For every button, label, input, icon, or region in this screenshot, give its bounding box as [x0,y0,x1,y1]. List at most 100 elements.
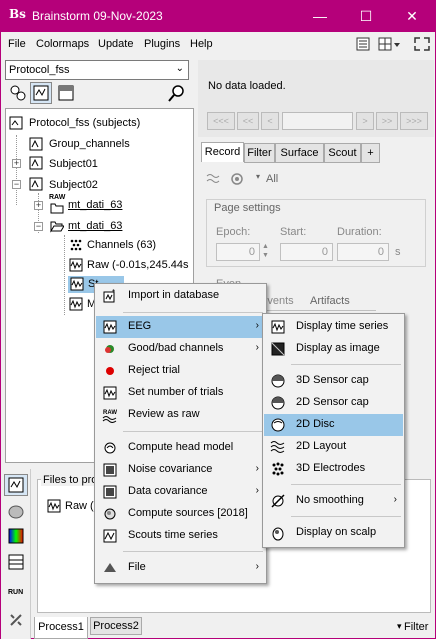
menu-item-data-covariance[interactable]: Data covariance › [96,481,265,503]
time-series-icon [271,320,285,334]
menu-item-display-as-image[interactable]: Display as image [264,338,403,360]
raw-folder-expander[interactable]: + [34,201,43,210]
menu-item-2d-sensor-cap[interactable]: 2D Sensor cap [264,392,403,414]
functional-view-icon [33,85,49,101]
pipeline-icon[interactable] [8,612,24,628]
tree-channels[interactable]: Channels (63) [87,239,156,251]
tab-process1[interactable]: Process1 [34,617,88,639]
nav-next-button[interactable]: > [356,112,374,130]
chevron-down-icon: ⌄ [175,63,184,74]
menu-item-3d-sensor-cap[interactable]: 3D Sensor cap [264,370,403,392]
menu-item-import-in-database[interactable]: * Import in database [96,285,265,307]
image-icon [271,342,285,356]
functional-view-button[interactable] [30,82,52,104]
folder-expander[interactable]: − [34,222,43,231]
trials-icon [103,386,117,400]
menu-item-review-as-raw[interactable]: RAW Review as raw [96,404,265,426]
sources-process-icon[interactable] [7,503,25,521]
layout-list-icon[interactable] [356,37,370,51]
tree-subject01[interactable]: Subject01 [49,158,98,170]
menu-item-compute-head-model[interactable]: Compute head model [96,437,265,459]
nav-next-page-button[interactable]: >> [376,112,398,130]
files-raw-item[interactable]: Raw ( [65,500,94,512]
tree-root-label[interactable]: Protocol_fss (subjects) [29,117,140,129]
maximize-layout-icon[interactable] [414,37,430,51]
menu-help[interactable]: Help [190,38,213,50]
protocol-select[interactable]: Protocol_fss ⌄ [5,60,189,80]
tree-folder[interactable]: mt_dati_63 [68,220,122,232]
menu-item-3d-electrodes[interactable]: 3D Electrodes [264,458,403,480]
minimize-button[interactable]: — [297,1,343,32]
run-button[interactable]: RUN [8,589,23,596]
tree-subject02[interactable]: Subject02 [49,179,98,191]
menu-colormaps[interactable]: Colormaps [36,38,89,50]
close-button[interactable]: ✕ [389,1,435,32]
filter-dropdown-arrow-icon[interactable]: ▾ [397,621,402,632]
eeg-submenu: Display time series Display as image 3D … [262,313,405,548]
menu-item-good-bad-channels[interactable]: Good/bad channels › [96,338,265,360]
raw-item-icon [47,499,61,513]
tab-surface[interactable]: Surface [275,143,324,163]
epoch-label: Epoch: [216,226,251,238]
montage-all-label[interactable]: All [266,173,278,185]
tab-process2[interactable]: Process2 [90,617,142,635]
wave-icon[interactable] [206,173,220,185]
artifacts-tab[interactable]: Artifacts [310,295,350,307]
tab-filter[interactable]: Filter [244,143,275,163]
menu-file[interactable]: File [8,38,26,50]
epoch-spinner[interactable]: 0 [216,243,260,261]
tab-add[interactable]: + [361,143,380,163]
menu-item-noise-covariance[interactable]: Noise covariance › [96,459,265,481]
sensor-cap-3d-icon [271,374,285,388]
menu-separator [291,364,401,365]
menu-item-display-on-scalp[interactable]: Display on scalp [264,522,403,544]
menu-item-compute-sources[interactable]: Compute sources [2018] [96,503,265,525]
menu-item-no-smoothing[interactable]: No smoothing › [264,490,403,512]
good-bad-channels-icon [105,345,114,353]
open-folder-icon [50,221,64,233]
menu-item-display-time-series[interactable]: Display time series [264,316,403,338]
tree-group-channels[interactable]: Group_channels [49,138,130,150]
nav-prev-page-button[interactable]: << [237,112,259,130]
process-data-button[interactable] [4,474,28,496]
menu-update[interactable]: Update [98,38,133,50]
nav-last-button[interactable]: >>> [400,112,428,130]
duration-label: Duration: [337,226,382,238]
epoch-spinner-arrows-icon[interactable]: ▲ ▼ [262,242,269,260]
protocol-icon [9,116,23,130]
submenu-arrow-icon: › [255,320,259,331]
title-bar[interactable]: Bs Brainstorm 09-Nov-2023 — ☐ ✕ [1,1,435,32]
study-view-icon[interactable] [57,84,75,102]
maximize-button[interactable]: ☐ [343,1,389,32]
montage-dropdown-arrow-icon[interactable]: ▾ [256,172,260,181]
search-icon[interactable] [167,83,187,103]
duration-field[interactable]: 0 [337,243,389,261]
nav-prev-button[interactable]: < [261,112,279,130]
matrix-process-icon[interactable] [7,553,25,571]
menu-item-2d-layout[interactable]: 2D Layout [264,436,403,458]
nav-position-field[interactable] [282,112,353,130]
tab-scout[interactable]: Scout [324,143,361,163]
tree-raw-file[interactable]: Raw (-0.01s,245.44s [87,259,189,271]
subject02-expander[interactable]: − [12,180,21,189]
timefreq-process-icon[interactable] [7,527,25,545]
menu-item-set-number-of-trials[interactable]: Set number of trials [96,382,265,404]
menu-item-eeg[interactable]: EEG › [96,316,265,338]
tab-record[interactable]: Record [201,142,244,162]
montage-icon[interactable] [230,172,244,186]
raw-data-icon [69,258,83,272]
menu-plugins[interactable]: Plugins [144,38,180,50]
layout-grid-icon[interactable] [378,37,402,51]
menu-item-reject-trial[interactable]: Reject trial [96,360,265,382]
subject01-expander[interactable]: + [12,159,21,168]
nav-first-button[interactable]: <<< [207,112,235,130]
anatomy-view-icon[interactable] [9,84,27,102]
filter-button[interactable]: Filter [404,621,428,633]
menu-item-scouts-time-series[interactable]: Scouts time series [96,525,265,547]
page-settings-title: Page settings [214,202,281,214]
menu-item-file[interactable]: File › [96,557,265,579]
start-field[interactable]: 0 [280,243,333,261]
menu-item-2d-disc[interactable]: 2D Disc [264,414,403,436]
tree-raw-folder[interactable]: mt_dati_63 [68,199,122,211]
protocol-select-value: Protocol_fss [9,64,70,76]
